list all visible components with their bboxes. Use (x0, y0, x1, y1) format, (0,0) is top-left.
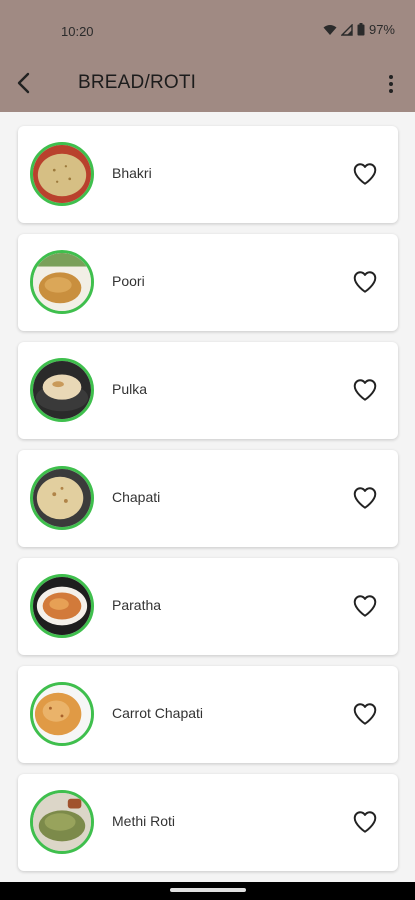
status-bar: 10:20 97% (0, 0, 415, 62)
list-item[interactable]: Carrot Chapati (18, 666, 398, 763)
favorite-heart-icon[interactable] (352, 701, 378, 727)
wifi-icon (323, 24, 337, 35)
recipe-thumbnail (30, 574, 94, 638)
list-item[interactable]: Chapati (18, 450, 398, 547)
list-item[interactable]: Methi Roti (18, 774, 398, 871)
recipe-name: Chapati (112, 489, 161, 505)
list-item[interactable]: Poori (18, 234, 398, 331)
battery-icon (357, 23, 365, 36)
signal-icon (340, 23, 353, 36)
status-time: 10:20 (61, 24, 94, 39)
back-arrow-icon[interactable] (12, 70, 38, 96)
favorite-heart-icon[interactable] (352, 485, 378, 511)
favorite-heart-icon[interactable] (352, 377, 378, 403)
recipe-thumbnail (30, 142, 94, 206)
recipe-thumbnail (30, 358, 94, 422)
navigation-bar (0, 882, 415, 900)
recipe-name: Bhakri (112, 165, 152, 181)
favorite-heart-icon[interactable] (352, 269, 378, 295)
recipe-name: Carrot Chapati (112, 705, 204, 721)
favorite-heart-icon[interactable] (352, 593, 378, 619)
app-bar: 10:20 97% BREAD/ROTI (0, 0, 415, 112)
recipe-thumbnail (30, 466, 94, 530)
recipe-thumbnail (30, 790, 94, 854)
recipe-name: Methi Roti (112, 813, 176, 829)
recipe-name: Poori (112, 273, 145, 289)
toolbar: BREAD/ROTI (0, 62, 415, 112)
list-item[interactable]: Pulka (18, 342, 398, 439)
page-title: BREAD/ROTI (78, 72, 197, 93)
favorite-heart-icon[interactable] (352, 809, 378, 835)
more-options-icon[interactable] (383, 72, 399, 96)
favorite-heart-icon[interactable] (352, 161, 378, 187)
home-indicator[interactable] (170, 888, 246, 892)
recipe-thumbnail (30, 250, 94, 314)
list-item[interactable]: Bhakri (18, 126, 398, 223)
recipe-thumbnail (30, 682, 94, 746)
recipe-name: Pulka (112, 381, 148, 397)
status-icons: 97% (323, 22, 395, 37)
list-item[interactable]: Paratha (18, 558, 398, 655)
recipe-list: Bhakri Poori Pulka Chapati Paratha Carro… (0, 112, 415, 882)
recipe-name: Paratha (112, 597, 162, 613)
battery-percent: 97% (368, 22, 395, 37)
